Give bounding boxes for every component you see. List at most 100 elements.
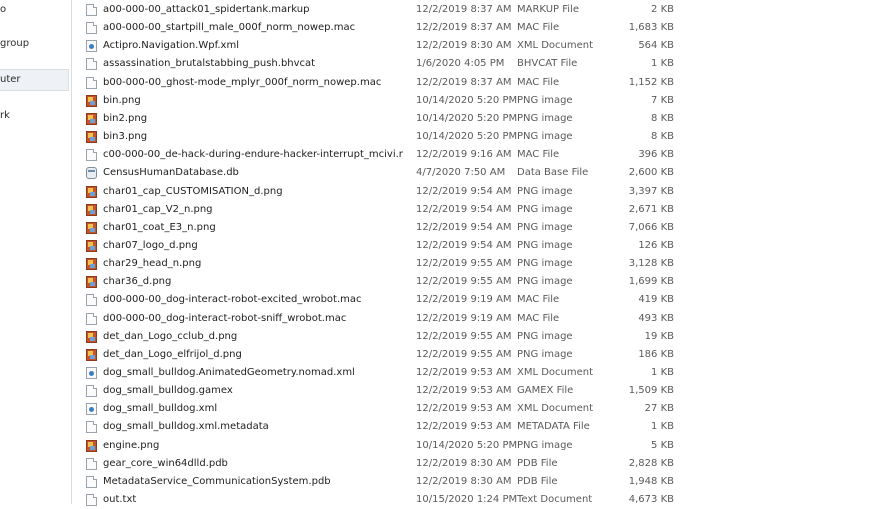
file-icon xyxy=(86,494,97,507)
navigation-pane[interactable]: o group uter rk xyxy=(0,0,72,504)
file-name: c00-000-00_de-hack-during-endure-hacker-… xyxy=(103,149,403,161)
file-name: char01_cap_V2_n.png xyxy=(103,203,213,215)
file-type: PDB File xyxy=(517,457,558,469)
file-row[interactable]: engine.png 10/14/2020 5:20 PM PNG image 5 K… xyxy=(71,437,896,455)
file-name: out.txt xyxy=(103,494,137,506)
file-row[interactable]: out.txt 10/15/2020 1:24 PM Text Document 4,… xyxy=(71,491,896,509)
file-type: PNG image xyxy=(517,221,573,233)
file-name: bin3.png xyxy=(103,131,148,143)
file-name: dog_small_bulldog.gamex xyxy=(103,385,233,397)
file-row[interactable]: c00-000-00_de-hack-during-endure-hacker-… xyxy=(71,146,896,164)
file-row[interactable]: a00-000-00_startpill_male_000f_norm_nowe… xyxy=(71,19,896,37)
file-row[interactable]: dog_small_bulldog.gamex 12/2/2019 9:53 AM… xyxy=(71,382,896,400)
file-row[interactable]: dog_small_bulldog.xml.metadata 12/2/2019 … xyxy=(71,418,896,436)
file-type: Text Document xyxy=(517,494,593,506)
file-row[interactable]: det_dan_Logo_cclub_d.png 12/2/2019 9:55 A… xyxy=(71,328,896,346)
file-icon xyxy=(86,312,97,325)
database-file-icon xyxy=(86,167,97,180)
file-name: char01_coat_E3_n.png xyxy=(103,221,216,233)
file-date-modified: 12/2/2019 9:53 AM xyxy=(416,385,512,397)
file-row[interactable]: bin3.png 10/14/2020 5:20 PM PNG image 8 KB xyxy=(71,128,896,146)
file-date-modified: 1/6/2020 4:05 PM xyxy=(416,58,505,70)
file-type: PNG image xyxy=(517,112,573,124)
file-row[interactable]: char01_cap_V2_n.png 12/2/2019 9:54 AM PNG … xyxy=(71,201,896,219)
file-name: det_dan_Logo_elfrijol_d.png xyxy=(103,348,242,360)
file-name: dog_small_bulldog.xml.metadata xyxy=(103,421,269,433)
file-date-modified: 12/2/2019 9:16 AM xyxy=(416,149,512,161)
file-icon xyxy=(86,294,97,307)
file-name: d00-000-00_dog-interact-robot-excited_wr… xyxy=(103,294,362,306)
file-row[interactable]: d00-000-00_dog-interact-robot-excited_wr… xyxy=(71,291,896,309)
file-row[interactable]: det_dan_Logo_elfrijol_d.png 12/2/2019 9:5… xyxy=(71,346,896,364)
file-type: PNG image xyxy=(517,258,573,270)
file-row[interactable]: char29_head_n.png 12/2/2019 9:55 AM PNG im… xyxy=(71,255,896,273)
file-date-modified: 12/2/2019 9:54 AM xyxy=(416,239,512,251)
file-type: MAC File xyxy=(517,22,560,34)
nav-item-homegroup[interactable]: group xyxy=(0,34,70,54)
file-row[interactable]: MetadataService_CommunicationSystem.pdb 1… xyxy=(71,473,896,491)
file-row[interactable]: bin.png 10/14/2020 5:20 PM PNG image 7 KB xyxy=(71,92,896,110)
file-size: 1,948 KB xyxy=(628,475,674,487)
file-name: a00-000-00_startpill_male_000f_norm_nowe… xyxy=(103,22,356,34)
file-name: gear_core_win64dlld.pdb xyxy=(103,457,228,469)
file-size: 3,397 KB xyxy=(628,185,674,197)
file-size: 8 KB xyxy=(651,112,674,124)
file-row[interactable]: CensusHumanDatabase.db 4/7/2020 7:50 AM Da… xyxy=(71,164,896,182)
file-row[interactable]: char36_d.png 12/2/2019 9:55 AM PNG image 1,… xyxy=(71,273,896,291)
nav-item-computer[interactable]: uter xyxy=(0,69,69,91)
file-date-modified: 12/2/2019 9:19 AM xyxy=(416,312,512,324)
file-name: b00-000-00_ghost-mode_mplyr_000f_norm_no… xyxy=(103,76,382,88)
file-row[interactable]: gear_core_win64dlld.pdb 12/2/2019 8:30 AM… xyxy=(71,455,896,473)
file-size: 1,683 KB xyxy=(628,22,674,34)
png-image-icon xyxy=(86,276,97,289)
file-name: Actipro.Navigation.Wpf.xml xyxy=(103,40,239,52)
file-name: char07_logo_d.png xyxy=(103,239,198,251)
file-size: 1,509 KB xyxy=(628,385,674,397)
file-type: Data Base File xyxy=(517,167,589,179)
file-size: 1 KB xyxy=(651,58,674,70)
file-row[interactable]: Actipro.Navigation.Wpf.xml 12/2/2019 8:30… xyxy=(71,37,896,55)
file-name: engine.png xyxy=(103,439,160,451)
file-size: 2,671 KB xyxy=(628,203,674,215)
file-row[interactable]: bin2.png 10/14/2020 5:20 PM PNG image 8 KB xyxy=(71,110,896,128)
file-type: BHVCAT File xyxy=(517,58,578,70)
file-size: 564 KB xyxy=(638,40,674,52)
png-image-icon xyxy=(86,203,97,216)
file-row[interactable]: char07_logo_d.png 12/2/2019 9:54 AM PNG im… xyxy=(71,237,896,255)
file-size: 4,673 KB xyxy=(628,494,674,506)
file-date-modified: 10/14/2020 5:20 PM xyxy=(416,131,518,143)
file-type: METADATA File xyxy=(517,421,590,433)
file-type: MAC File xyxy=(517,76,560,88)
file-type: PNG image xyxy=(517,330,573,342)
file-size: 1 KB xyxy=(651,367,674,378)
file-icon xyxy=(86,457,97,470)
file-type: MARKUP File xyxy=(517,4,579,15)
file-name: assassination_brutalstabbing_push.bhvcat xyxy=(103,58,316,70)
nav-item-network[interactable]: rk xyxy=(0,106,70,126)
file-row[interactable]: b00-000-00_ghost-mode_mplyr_000f_norm_no… xyxy=(71,74,896,92)
file-row[interactable]: assassination_brutalstabbing_push.bhvcat… xyxy=(71,55,896,73)
nav-item[interactable]: o xyxy=(0,0,70,20)
file-type: PNG image xyxy=(517,239,573,251)
file-row[interactable]: char01_cap_CUSTOMISATION_d.png 12/2/2019 … xyxy=(71,183,896,201)
file-row[interactable]: dog_small_bulldog.AnimatedGeometry.nomad… xyxy=(71,364,896,382)
file-row[interactable]: a00-000-00_attack01_spidertank.markup 12/… xyxy=(71,1,896,19)
png-image-icon xyxy=(86,439,97,452)
png-image-icon xyxy=(86,131,97,144)
file-row[interactable]: char01_coat_E3_n.png 12/2/2019 9:54 AM PNG… xyxy=(71,219,896,237)
file-type: XML Document xyxy=(517,40,594,52)
file-row[interactable]: d00-000-00_dog-interact-robot-sniff_wrob… xyxy=(71,310,896,328)
file-size: 419 KB xyxy=(638,294,674,306)
file-name: CensusHumanDatabase.db xyxy=(103,167,239,179)
file-date-modified: 12/2/2019 9:53 AM xyxy=(416,421,512,433)
file-row[interactable]: dog_small_bulldog.xml 12/2/2019 9:53 AM XM… xyxy=(71,400,896,418)
file-size: 5 KB xyxy=(651,439,674,451)
file-name: dog_small_bulldog.xml xyxy=(103,403,218,415)
file-list[interactable]: a00-000-00_attack01_spidertank.markup 12/… xyxy=(71,0,896,507)
file-date-modified: 12/2/2019 8:30 AM xyxy=(416,475,512,487)
file-type: MAC File xyxy=(517,312,560,324)
file-type: PNG image xyxy=(517,276,573,288)
file-date-modified: 12/2/2019 9:55 AM xyxy=(416,330,512,342)
file-size: 396 KB xyxy=(638,149,674,161)
file-size: 3,128 KB xyxy=(628,258,674,270)
